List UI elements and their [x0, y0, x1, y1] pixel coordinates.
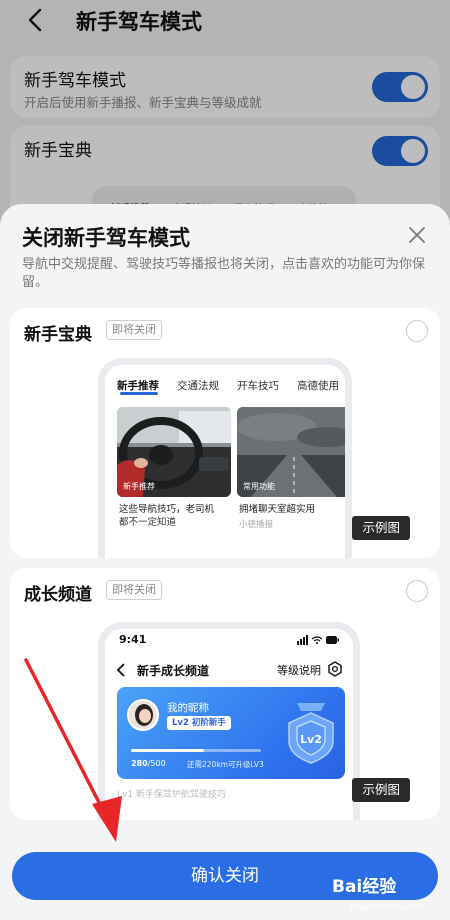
- example-label: 示例图: [352, 516, 410, 540]
- image-tag: 常用功能: [243, 482, 275, 491]
- image-tag: 新手推荐: [123, 482, 155, 491]
- sheet-title: 关闭新手驾车模式: [22, 226, 190, 250]
- card-caption-sub: 小德播报: [239, 520, 274, 530]
- level-shield-icon: Lv2: [288, 703, 334, 764]
- card-caption: 拥堵聊天室超实用: [239, 504, 316, 515]
- card-caption: 这些导航技巧，老司机: [119, 504, 215, 515]
- preview-tabs: 新手推荐 交通法规 开车技巧 高德使用: [105, 373, 345, 393]
- example-label: 示例图: [352, 778, 410, 802]
- status-icons: [297, 635, 339, 645]
- blurred-text: Lv1 新手保驾护航驾驶技巧: [117, 790, 226, 800]
- sheet-description: 导航中交规提醒、驾驶技巧等播报也将关闭，点击喜欢的功能可为你保留。: [22, 257, 426, 290]
- progress-note: 还需220km可升级LV3: [187, 760, 264, 769]
- preview-tab: 交通法规: [177, 380, 219, 392]
- level-card: 我的昵称 Lv2 初阶新手 280/500 还需220km可升级LV3 Lv2: [117, 687, 345, 779]
- close-mode-sheet: 关闭新手驾车模式 导航中交规提醒、驾驶技巧等播报也将关闭，点击喜欢的功能可为你保…: [0, 204, 450, 920]
- nickname: 我的昵称: [167, 702, 209, 714]
- feature-card-growth[interactable]: 成长频道 即将关闭 9:41 新手成长频道 等级说明 我的昵称 Lv2 初阶新手…: [10, 568, 440, 820]
- preview-tab: 新手推荐: [117, 380, 159, 392]
- card-caption-sub: 都不一定知道: [119, 517, 177, 528]
- level-tag: Lv2 初阶新手: [167, 716, 231, 730]
- feature-title: 成长频道: [24, 585, 92, 605]
- steering-wheel-image: 新手推荐: [117, 407, 231, 497]
- feature-title: 新手宝典: [24, 325, 92, 345]
- level-progress-bar: [131, 749, 261, 752]
- feature-card-handbook[interactable]: 新手宝典 即将关闭 新手推荐 交通法规 开车技巧 高德使用 新手推荐 常用功能 …: [10, 308, 440, 558]
- preview-tab: 高德使用: [297, 380, 339, 392]
- settings-hex-icon: [328, 661, 342, 677]
- level-badge-text: Lv2: [300, 733, 322, 746]
- progress-value: 280/500: [131, 759, 166, 768]
- watermark: Bai经验: [332, 877, 397, 897]
- level-progress-fill: [131, 749, 204, 752]
- back-icon: [116, 663, 125, 677]
- closing-badge: 即将关闭: [106, 580, 162, 600]
- active-tab-underline: [120, 392, 158, 395]
- avatar: [127, 699, 159, 731]
- preview-tab: 开车技巧: [237, 380, 279, 392]
- growth-preview-phone: 9:41 新手成长频道 等级说明 我的昵称 Lv2 初阶新手 280/500 还…: [98, 622, 360, 820]
- handbook-preview-phone: 新手推荐 交通法规 开车技巧 高德使用 新手推荐 常用功能 这些导航技巧，老司机…: [98, 358, 352, 558]
- keep-checkbox-handbook[interactable]: [406, 320, 428, 342]
- closing-badge: 即将关闭: [106, 320, 162, 340]
- keep-checkbox-growth[interactable]: [406, 580, 428, 602]
- growth-title: 新手成长频道: [137, 664, 210, 678]
- status-time: 9:41: [119, 633, 147, 646]
- road-image: 常用功能: [237, 407, 345, 497]
- close-icon[interactable]: [404, 222, 430, 248]
- watermark-url: jingyan.baidu.com: [350, 902, 424, 911]
- level-info-link: 等级说明: [277, 664, 321, 677]
